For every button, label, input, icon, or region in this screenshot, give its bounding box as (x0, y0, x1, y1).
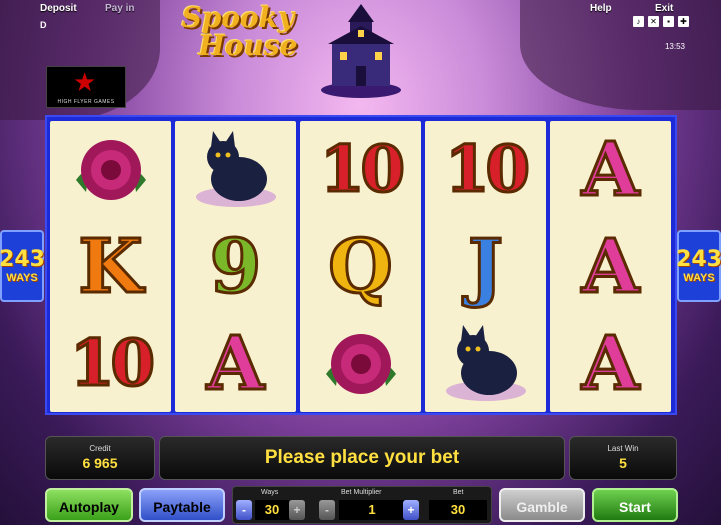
ways-label: WAYS (683, 272, 715, 284)
cat-icon (195, 130, 276, 207)
bet-multiplier-label: Bet Multiplier (341, 489, 382, 496)
card-symbol: Q (327, 223, 394, 310)
fullscreen-icon[interactable]: ✚ (678, 16, 689, 27)
rose-symbol (300, 315, 421, 412)
ways-number: 243 (676, 247, 721, 272)
reel-5: A A A (550, 121, 671, 412)
last-win-value: 5 (619, 455, 627, 471)
rose-symbol (50, 121, 171, 218)
card-symbol: A (580, 320, 640, 407)
credit-label: Credit (89, 444, 111, 453)
paytable-button[interactable]: Paytable (139, 488, 225, 522)
reel-4: 10 J (425, 121, 546, 412)
reels-frame: K 10 9 A 10 Q 10 J A A A (45, 115, 677, 415)
star-icon: ★ (73, 67, 97, 97)
cat-symbol (425, 315, 546, 412)
last-win-label: Last Win (607, 444, 639, 453)
music-icon[interactable]: ♪ (633, 16, 644, 27)
autoplay-button[interactable]: Autoplay (45, 488, 133, 522)
rose-icon (75, 139, 146, 200)
corner-label: D (40, 20, 47, 30)
ways-value: 30 (255, 500, 289, 520)
status-message: Please place your bet (264, 447, 460, 468)
card-symbol: A (580, 223, 640, 310)
ways-decrease-button[interactable]: - (236, 500, 252, 520)
card-symbol: K (77, 223, 144, 310)
card-symbol: A (205, 320, 265, 407)
ways-number: 243 (0, 247, 45, 272)
card-symbol: 9 (208, 223, 262, 310)
card-symbol: A (580, 126, 640, 213)
ways-label: WAYS (6, 272, 38, 284)
exit-link[interactable]: Exit (655, 3, 673, 14)
clock: 13:53 (664, 42, 685, 51)
logo-line-1: Spooky (181, 1, 295, 34)
reel-1: K 10 (50, 121, 171, 412)
reel-2: 9 A (175, 121, 296, 412)
ways-label: Ways (261, 489, 279, 496)
settings-icon[interactable]: ▪ (663, 16, 674, 27)
start-button[interactable]: Start (592, 488, 678, 522)
help-link[interactable]: Help (590, 3, 612, 14)
bet-label: Bet (453, 489, 464, 496)
cat-icon (445, 324, 526, 401)
rose-icon (325, 333, 396, 394)
payin-link[interactable]: Pay in (105, 3, 134, 14)
card-symbol: 10 (68, 325, 156, 401)
cat-symbol (175, 121, 296, 218)
game-logo: Spooky House (168, 4, 308, 70)
status-icons: ♪ ✕ ▪ ✚ (633, 16, 689, 27)
last-win-panel: Last Win 5 (569, 436, 677, 480)
multiplier-value: 1 (339, 500, 405, 520)
high-flyer-games-logo: ★ HIGH FLYER GAMES (46, 66, 126, 108)
ways-increase-button[interactable]: + (289, 500, 305, 520)
card-symbol: 10 (318, 131, 406, 207)
haunted-house-icon (321, 4, 401, 98)
ways-badge-right: 243 WAYS (676, 230, 721, 302)
credit-panel: Credit 6 965 (45, 436, 155, 480)
bet-controls: Ways - 30 + Bet Multiplier - 1 + Bet 30 (232, 486, 492, 524)
reel-3: 10 Q (300, 121, 421, 412)
multiplier-decrease-button[interactable]: - (319, 500, 335, 520)
logo-line-2: House (198, 29, 298, 62)
sound-off-icon[interactable]: ✕ (648, 16, 659, 27)
card-symbol: 10 (443, 131, 531, 207)
multiplier-increase-button[interactable]: + (403, 500, 419, 520)
partner-logo-text: HIGH FLYER GAMES (57, 99, 115, 105)
deposit-link[interactable]: Deposit (40, 3, 77, 14)
gamble-button[interactable]: Gamble (499, 488, 585, 522)
card-symbol: J (466, 223, 504, 310)
ways-badge-left: 243 WAYS (0, 230, 45, 302)
bet-value: 30 (429, 500, 487, 520)
credit-value: 6 965 (82, 455, 118, 471)
